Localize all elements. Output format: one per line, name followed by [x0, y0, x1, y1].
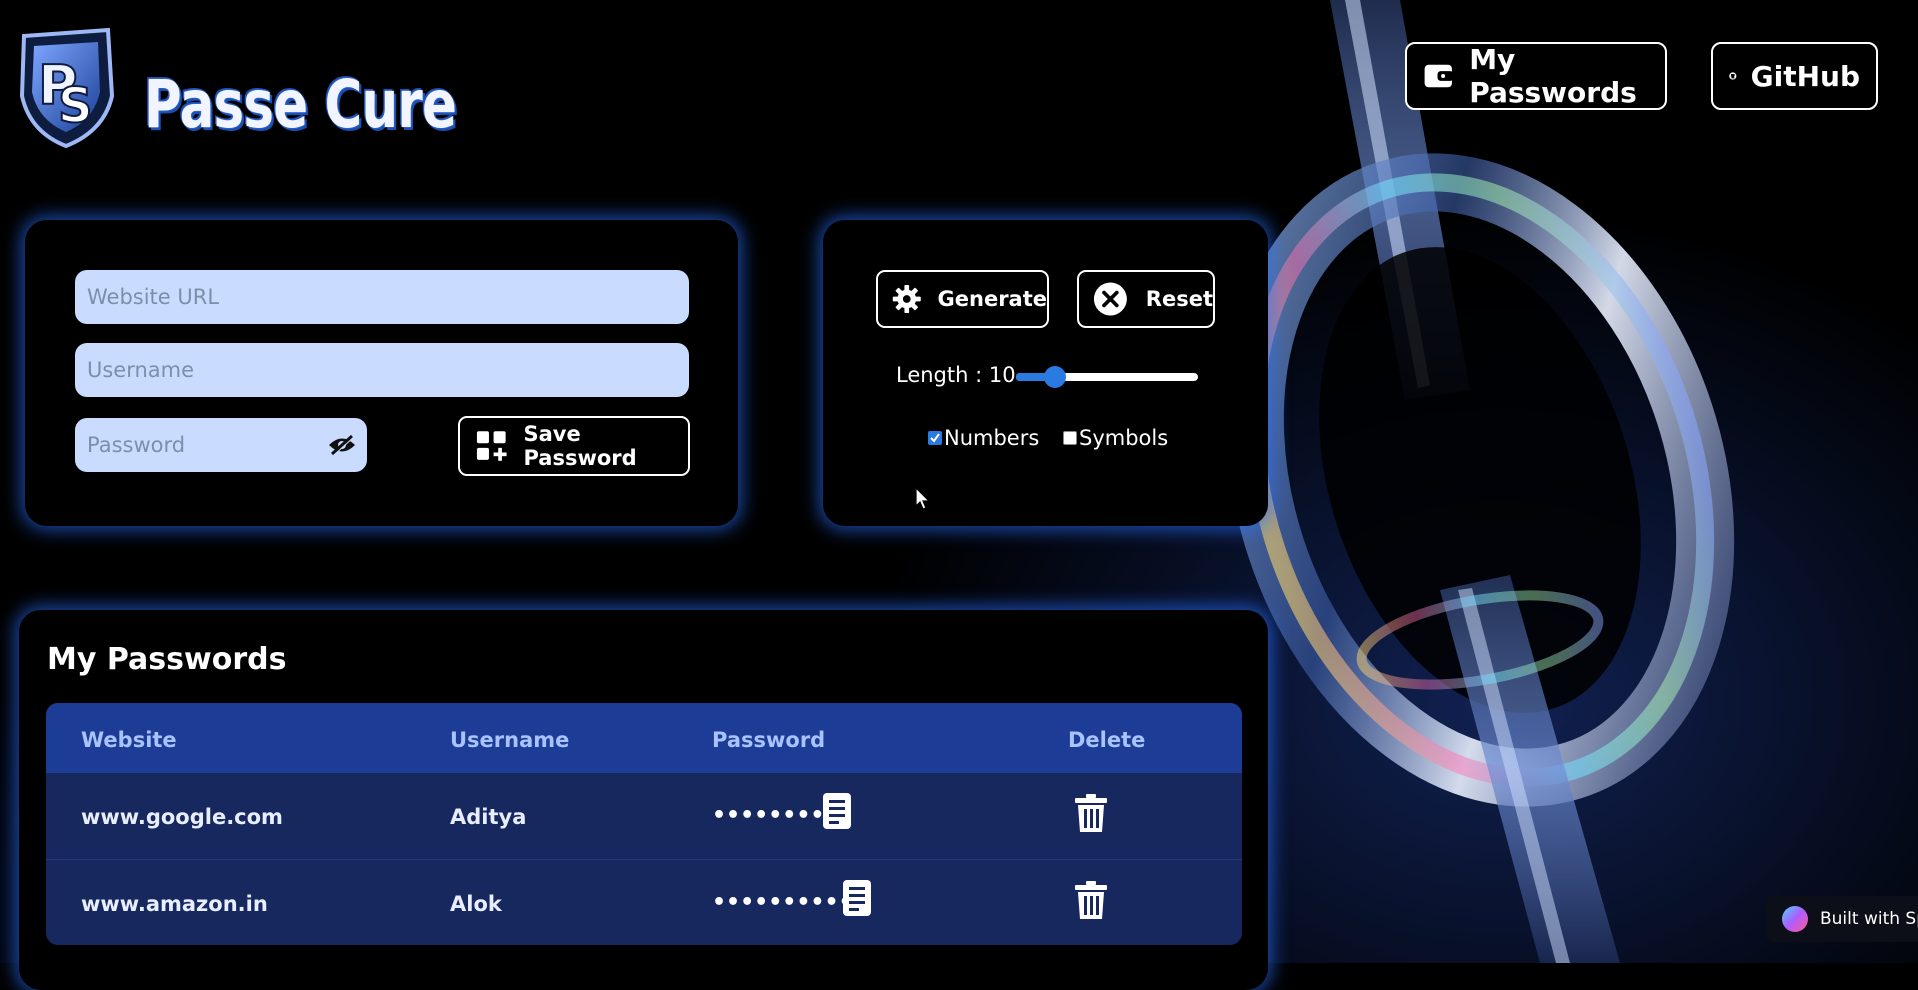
column-header-username: Username — [450, 728, 570, 752]
numbers-label: Numbers — [944, 426, 1040, 450]
length-slider[interactable] — [1016, 366, 1198, 388]
row-username: Aditya — [450, 805, 527, 829]
svg-text:S: S — [58, 78, 93, 134]
row-website: www.google.com — [81, 805, 283, 829]
github-label: GitHub — [1750, 59, 1860, 93]
eye-slash-icon[interactable] — [327, 434, 357, 456]
slider-thumb[interactable] — [1044, 366, 1066, 388]
password-input[interactable]: Password — [75, 418, 367, 472]
table-row: www.amazon.in Alok ••••••••••• — [46, 860, 1242, 945]
logo-wordmark: Passe Cure — [144, 66, 457, 143]
save-password-label: Save Password — [523, 422, 637, 470]
reset-button[interactable]: Reset — [1077, 270, 1215, 328]
website-url-input[interactable]: Website URL — [75, 270, 689, 324]
column-header-delete: Delete — [1068, 728, 1146, 752]
password-placeholder: Password — [87, 433, 186, 457]
copy-icon[interactable] — [841, 878, 873, 918]
numbers-checkbox[interactable] — [928, 431, 942, 445]
generator-card: Generate Reset Length : 10 Numbers Symbo… — [823, 220, 1268, 526]
numbers-option[interactable]: Numbers — [928, 426, 1039, 450]
add-grid-icon — [476, 431, 507, 461]
github-button[interactable]: GitHub — [1711, 42, 1878, 110]
table-header: Website Username Password Delete — [46, 703, 1242, 773]
generate-label: Generate — [937, 287, 1047, 311]
table-row: www.google.com Aditya •••••••••• — [46, 773, 1242, 860]
reset-label: Reset — [1145, 287, 1213, 311]
my-passwords-title: My Passwords — [47, 642, 287, 677]
gear-icon — [892, 285, 921, 313]
password-form-card: Website URL Username Password Save Passw… — [25, 220, 738, 526]
column-header-website: Website — [81, 728, 177, 752]
generate-button[interactable]: Generate — [876, 270, 1049, 328]
github-icon — [1729, 72, 1737, 80]
shield-logo-icon: P S — [19, 27, 115, 149]
symbols-label: Symbols — [1079, 426, 1169, 450]
built-with-badge[interactable]: Built with Spli — [1766, 896, 1918, 942]
spline-logo-icon — [1782, 906, 1808, 932]
symbols-checkbox[interactable] — [1063, 431, 1077, 445]
username-input[interactable]: Username — [75, 343, 689, 397]
wallet-icon — [1424, 64, 1454, 88]
check-icon — [930, 433, 940, 443]
mouse-cursor-icon — [915, 487, 931, 510]
row-username: Alok — [450, 892, 502, 916]
symbols-option[interactable]: Symbols — [1063, 426, 1168, 450]
trash-icon[interactable] — [1074, 880, 1108, 920]
column-header-password: Password — [712, 728, 826, 752]
trash-icon[interactable] — [1074, 793, 1108, 833]
website-url-placeholder: Website URL — [87, 285, 220, 309]
copy-icon[interactable] — [821, 791, 853, 831]
app-logo[interactable]: P S Passe Cure — [14, 26, 457, 150]
username-placeholder: Username — [87, 358, 195, 382]
close-circle-icon — [1093, 282, 1127, 316]
built-with-label: Built with Spli — [1820, 909, 1918, 929]
my-passwords-label: My Passwords — [1469, 43, 1637, 109]
save-password-button[interactable]: Save Password — [458, 416, 690, 476]
passwords-table: Website Username Password Delete www.goo… — [46, 703, 1242, 945]
row-website: www.amazon.in — [81, 892, 268, 916]
length-label: Length : 10 — [896, 363, 1016, 387]
my-passwords-button[interactable]: My Passwords — [1405, 42, 1667, 110]
